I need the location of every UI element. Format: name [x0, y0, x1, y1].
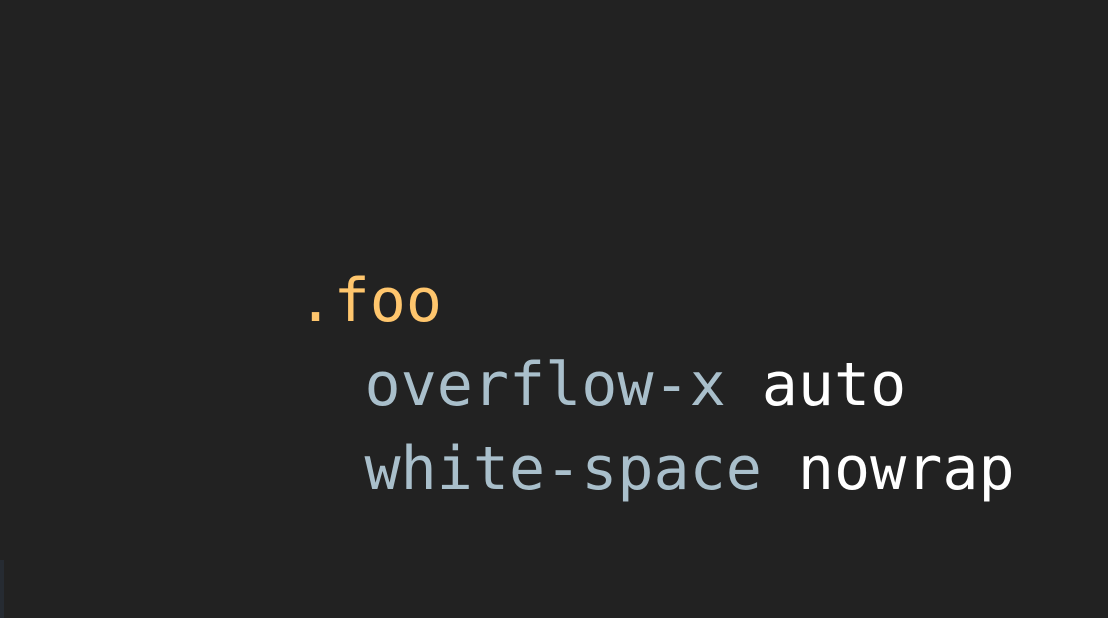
- code-line-selector: .foo: [153, 196, 443, 336]
- code-line-declaration: overflow-x auto: [220, 280, 907, 420]
- code-block: .foo overflow-x auto white-space nowrap: [153, 196, 1053, 504]
- css-property: white-space: [364, 434, 762, 504]
- window-edge-mark: [0, 560, 4, 618]
- css-value: nowrap: [797, 434, 1015, 504]
- code-line-declaration: white-space nowrap: [220, 364, 1015, 504]
